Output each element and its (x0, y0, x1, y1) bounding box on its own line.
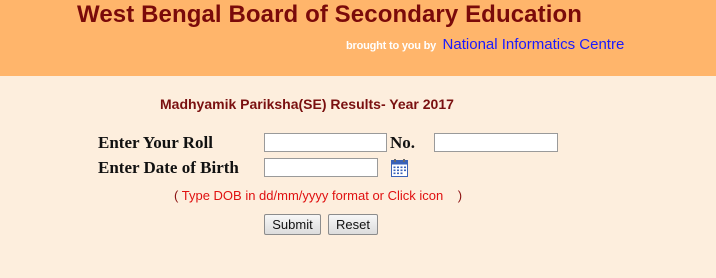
dob-input[interactable] (264, 158, 378, 177)
credit-org-link[interactable]: National Informatics Centre (443, 36, 625, 53)
credit-line: brought to you by National Informatics C… (346, 36, 624, 54)
dob-format-hint: ( Type DOB in dd/mm/yyyy format or Click… (174, 188, 462, 203)
page-heading: Madhyamik Pariksha(SE) Results- Year 201… (160, 96, 454, 112)
calendar-icon[interactable] (391, 159, 408, 177)
dob-label: Enter Date of Birth (98, 158, 239, 177)
no-label: No. (390, 133, 416, 152)
roll-input[interactable] (264, 133, 387, 152)
credit-prefix: brought to you by (346, 40, 437, 52)
submit-button[interactable]: Submit (264, 214, 321, 235)
reset-button[interactable]: Reset (328, 214, 378, 235)
site-title: West Bengal Board of Secondary Education (77, 1, 582, 28)
header-banner: West Bengal Board of Secondary Education… (0, 0, 716, 76)
hint-text: Type DOB in dd/mm/yyyy format or Click i… (181, 188, 444, 203)
hint-close-paren: ) (457, 188, 463, 203)
hint-open-paren: ( (174, 188, 179, 203)
number-input[interactable] (434, 133, 558, 152)
roll-label: Enter Your Roll (98, 133, 213, 152)
